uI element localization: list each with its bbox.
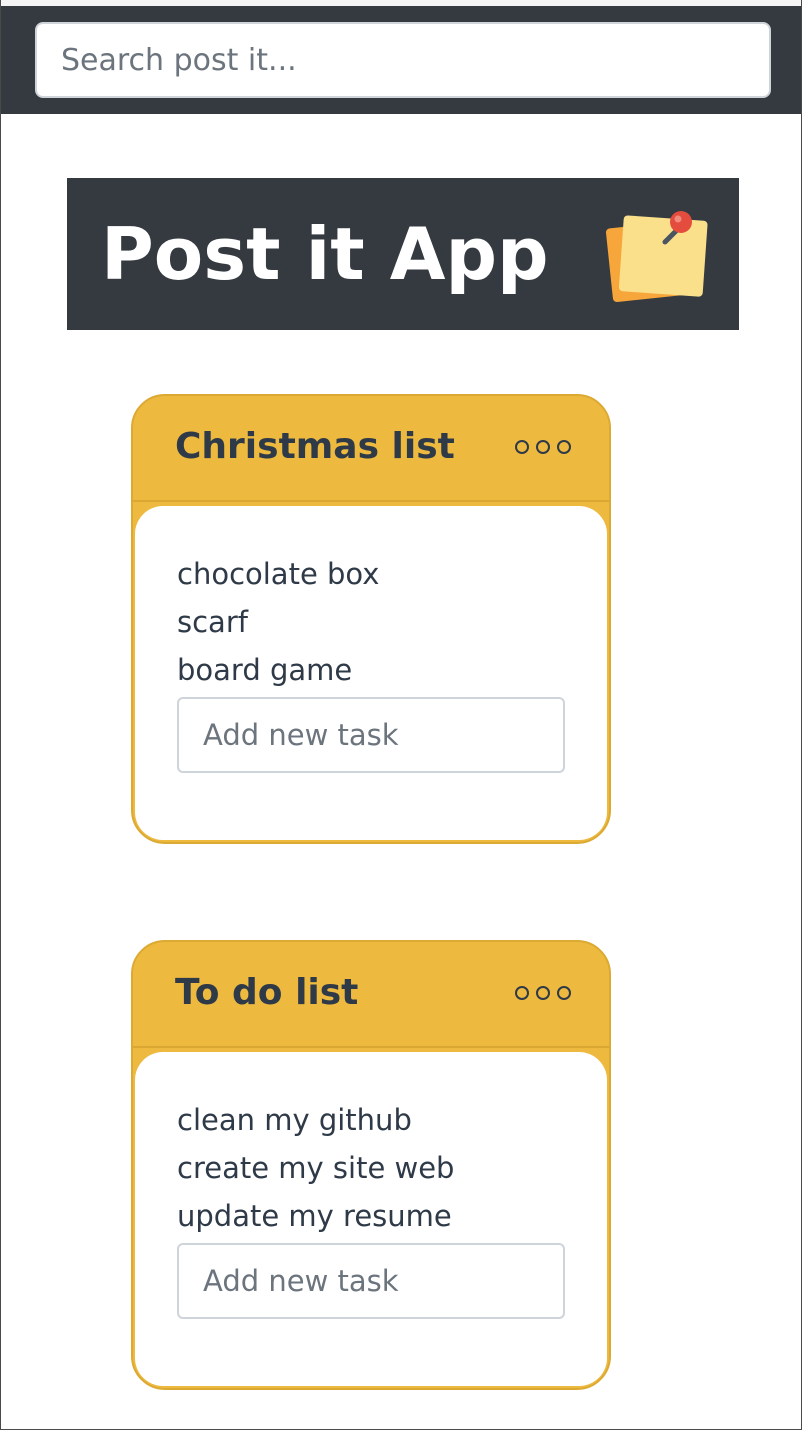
menu-dot <box>536 440 550 454</box>
app-header-banner: Post it App <box>67 178 739 330</box>
sticky-note-pin-icon <box>605 211 708 302</box>
menu-dot <box>536 986 550 1000</box>
card-header: Christmas list <box>133 396 609 502</box>
more-options-icon[interactable] <box>515 986 571 1000</box>
postit-card-christmas-list: Christmas list chocolate box scarf board… <box>131 394 611 844</box>
card-header: To do list <box>133 942 609 1048</box>
task-item[interactable]: scarf <box>177 598 565 646</box>
menu-dot <box>557 986 571 1000</box>
search-input[interactable] <box>35 22 771 98</box>
more-options-icon[interactable] <box>515 440 571 454</box>
add-new-task-input[interactable] <box>177 697 565 773</box>
menu-dot <box>515 986 529 1000</box>
top-navbar <box>1 0 801 114</box>
task-item[interactable]: clean my github <box>177 1096 565 1144</box>
task-item[interactable]: chocolate box <box>177 550 565 598</box>
card-title: To do list <box>175 972 359 1013</box>
menu-dot <box>557 440 571 454</box>
task-item[interactable]: board game <box>177 646 565 694</box>
task-item[interactable]: create my site web <box>177 1144 565 1192</box>
task-list: clean my github create my site web updat… <box>177 1096 565 1240</box>
task-list: chocolate box scarf board game <box>177 550 565 694</box>
task-item[interactable]: update my resume <box>177 1192 565 1240</box>
add-new-task-input[interactable] <box>177 1243 565 1319</box>
card-title: Christmas list <box>175 426 455 467</box>
menu-dot <box>515 440 529 454</box>
postit-card-to-do-list: To do list clean my github create my sit… <box>131 940 611 1390</box>
app-title: Post it App <box>101 212 549 296</box>
card-body: clean my github create my site web updat… <box>135 1052 607 1386</box>
card-body: chocolate box scarf board game <box>135 506 607 840</box>
